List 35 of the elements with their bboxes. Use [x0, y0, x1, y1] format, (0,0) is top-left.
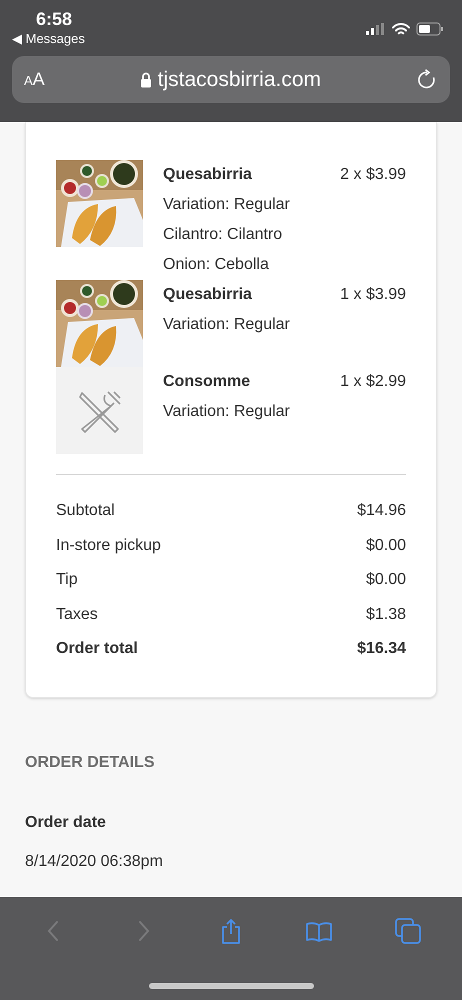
text-size-button[interactable]: AA	[24, 70, 45, 89]
lock-icon	[140, 72, 152, 88]
back-to-app-link[interactable]: ◀ Messages	[12, 30, 85, 48]
summary-label: Subtotal	[56, 501, 115, 522]
wifi-icon	[392, 22, 410, 36]
summary-label: Taxes	[56, 604, 98, 625]
address-bar[interactable]: AA tjstacosbirria.com	[12, 56, 450, 103]
summary-label: Tip	[56, 570, 78, 590]
url-text: tjstacosbirria.com	[158, 66, 322, 93]
item-price: 1 x $2.99	[340, 372, 406, 392]
summary-label: Order total	[56, 639, 138, 660]
summary-value: $1.38	[366, 604, 406, 625]
item-name: Quesabirria	[163, 285, 252, 305]
utensils-icon	[78, 388, 122, 432]
field-label: Order date	[25, 812, 107, 832]
item-option: Variation: Regular	[163, 310, 406, 340]
item-price: 1 x $3.99	[340, 285, 406, 305]
item-price: 2 x $3.99	[340, 165, 406, 185]
tabs-icon[interactable]	[394, 917, 422, 945]
item-name: Quesabirria	[163, 165, 252, 185]
item-name: Consomme	[163, 372, 250, 392]
summary-value: $0.00	[366, 570, 406, 590]
item-option: Variation: Regular	[163, 190, 406, 220]
summary-value: $0.00	[366, 536, 406, 556]
item-option: Onion: Cebolla	[163, 250, 406, 280]
field-value: 8/14/2020 06:38pm	[25, 852, 164, 872]
summary-value: $16.34	[357, 639, 406, 660]
time: 6:58	[35, 8, 74, 30]
summary-value: $14.96	[357, 501, 406, 522]
signal-icon	[366, 23, 386, 35]
item-option: Cilantro: Cilantro	[163, 220, 406, 250]
section-heading: ORDER DETAILS	[25, 752, 156, 772]
battery-icon	[416, 22, 444, 36]
item-option: Variation: Regular	[163, 397, 406, 427]
summary-label: In-store pickup	[56, 536, 161, 556]
